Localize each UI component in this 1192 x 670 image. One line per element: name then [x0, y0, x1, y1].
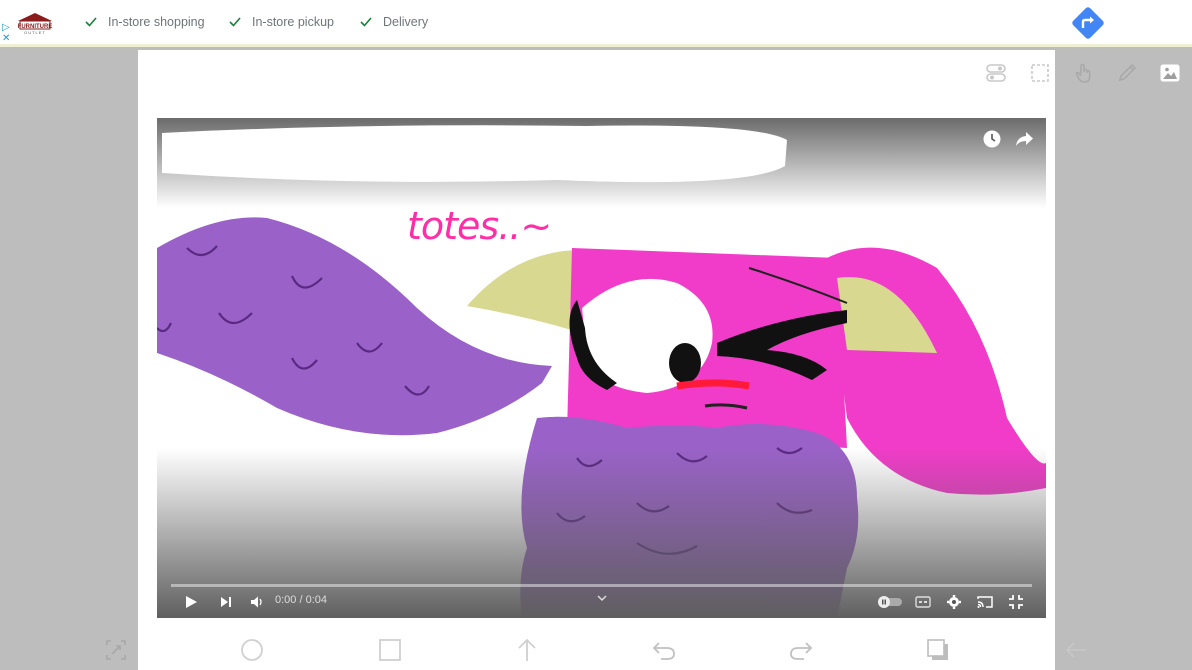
feature-label: In-store shopping	[108, 15, 205, 29]
chevron-down-icon[interactable]	[596, 594, 608, 604]
video-player[interactable]: totes..~ 0:00 / 0:04	[157, 118, 1046, 618]
select-area-icon[interactable]	[1029, 62, 1051, 84]
layers-icon[interactable]	[925, 637, 951, 663]
video-time: 0:00 / 0:04	[275, 594, 327, 606]
image-icon[interactable]	[1159, 62, 1181, 84]
autoplay-toggle-icon[interactable]	[877, 595, 903, 609]
ad-banner[interactable]: ▷ ✕ FURNITURE OUTLET In-store shopping In…	[0, 0, 1192, 47]
directions-icon[interactable]	[1069, 4, 1107, 42]
cast-icon[interactable]	[976, 594, 994, 610]
toggle-settings-icon[interactable]	[985, 62, 1007, 84]
ad-divider	[0, 44, 1192, 47]
expand-select-icon[interactable]	[103, 637, 129, 663]
checkmark-icon	[85, 17, 97, 27]
ad-choices-icon[interactable]: ▷ ✕	[2, 22, 10, 44]
captions-icon[interactable]	[915, 595, 931, 609]
watch-later-icon[interactable]	[981, 128, 1003, 150]
next-icon[interactable]	[219, 595, 233, 609]
video-bottom-shade	[157, 448, 1046, 618]
settings-gear-icon[interactable]	[946, 594, 962, 610]
checkmark-icon	[229, 17, 241, 27]
checkmark-icon	[360, 17, 372, 27]
redacted-title	[162, 125, 787, 183]
feature-in-store-shopping: In-store shopping	[84, 15, 205, 29]
drawn-text: totes..~	[407, 204, 552, 248]
redo-icon[interactable]	[788, 637, 814, 663]
feature-label: Delivery	[383, 15, 429, 29]
pencil-icon[interactable]	[1116, 62, 1138, 84]
square-tool-icon[interactable]	[377, 637, 403, 663]
back-arrow-icon[interactable]	[1063, 637, 1089, 663]
arrow-up-icon[interactable]	[514, 637, 540, 663]
circle-tool-icon[interactable]	[239, 637, 265, 663]
store-logo[interactable]: FURNITURE OUTLET	[14, 11, 56, 35]
feature-delivery: Delivery	[359, 15, 428, 29]
feature-label: In-store pickup	[252, 15, 334, 29]
video-progress-bar[interactable]	[171, 584, 1032, 587]
play-icon[interactable]	[183, 594, 199, 610]
feature-in-store-pickup: In-store pickup	[228, 15, 334, 29]
share-icon[interactable]	[1013, 128, 1035, 150]
exit-fullscreen-icon[interactable]	[1008, 594, 1024, 610]
hand-tool-icon[interactable]	[1073, 62, 1095, 84]
volume-icon[interactable]	[249, 594, 265, 610]
svg-text:OUTLET: OUTLET	[24, 30, 46, 35]
undo-icon[interactable]	[651, 637, 677, 663]
